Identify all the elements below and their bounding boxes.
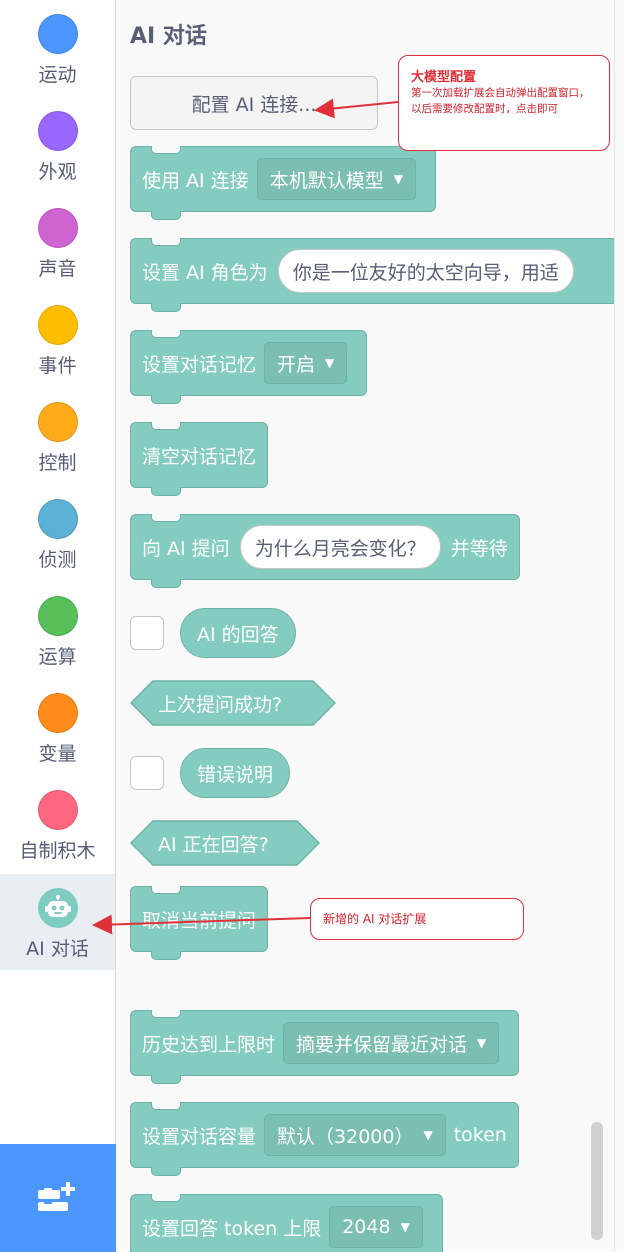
- caret-down-icon: ▼: [325, 356, 335, 370]
- category-variables[interactable]: 变量: [0, 679, 115, 775]
- reporter-label: AI 的回答: [197, 623, 279, 646]
- dropdown-value: 开启: [277, 353, 316, 376]
- callout-title: 大模型配置: [411, 70, 477, 85]
- answer-monitor-checkbox[interactable]: [130, 616, 164, 650]
- category-label: 运动: [38, 64, 77, 86]
- cancel-ask-block[interactable]: 取消当前提问: [130, 886, 269, 960]
- history-limit-block[interactable]: 历史达到上限时 摘要并保留最近对话 ▼: [130, 1010, 520, 1084]
- model-config-callout: 大模型配置 第一次加载扩展会自动弹出配置窗口，以后需要修改配置时，点击即可: [398, 55, 610, 151]
- new-extension-callout: 新增的 AI 对话扩展: [310, 898, 524, 940]
- my-blocks-color-dot: [37, 790, 78, 830]
- memory-dropdown[interactable]: 开启 ▼: [264, 342, 348, 384]
- category-label: 控制: [38, 452, 77, 474]
- block-suffix: token: [453, 1124, 507, 1146]
- boolean-label: AI 正在回答?: [158, 833, 269, 856]
- caret-down-icon: ▼: [393, 172, 403, 186]
- motion-color-dot: [37, 14, 78, 54]
- category-sensing[interactable]: 侦测: [0, 485, 115, 581]
- category-control[interactable]: 控制: [0, 388, 115, 484]
- category-label: 外观: [38, 161, 77, 183]
- set-capacity-block[interactable]: 设置对话容量 默认（32000） ▼ token: [130, 1102, 519, 1176]
- add-extension-icon: [38, 1182, 75, 1211]
- caret-down-icon: ▼: [477, 1036, 487, 1050]
- ai-answer-reporter[interactable]: AI 的回答: [180, 608, 296, 658]
- set-memory-block[interactable]: 设置对话记忆 开启 ▼: [130, 330, 368, 404]
- category-sidebar: 运动 外观 声音 事件 控制 侦测 运算 变量 自制积木 AI 对话: [0, 0, 116, 1252]
- block-label: 设置回答 token 上限: [142, 1217, 322, 1240]
- category-label: 自制积木: [19, 840, 96, 862]
- category-label: 侦测: [38, 549, 77, 571]
- category-label: AI 对话: [26, 938, 89, 960]
- caret-down-icon: ▼: [423, 1128, 433, 1142]
- category-events[interactable]: 事件: [0, 291, 115, 387]
- capacity-dropdown[interactable]: 默认（32000） ▼: [264, 1114, 446, 1156]
- configure-ai-connection-button[interactable]: 配置 AI 连接...: [130, 76, 378, 130]
- block-label: 向 AI 提问: [142, 537, 230, 560]
- block-suffix: 并等待: [450, 537, 508, 560]
- ai-answering-boolean[interactable]: AI 正在回答?: [130, 820, 320, 866]
- robot-icon: [37, 888, 78, 928]
- connection-dropdown[interactable]: 本机默认模型 ▼: [256, 158, 416, 200]
- block-label: 历史达到上限时: [142, 1033, 276, 1056]
- add-extension-button[interactable]: [0, 1144, 116, 1252]
- variables-color-dot: [37, 693, 78, 733]
- category-label: 变量: [38, 743, 77, 765]
- caret-down-icon: ▼: [400, 1220, 410, 1234]
- dropdown-value: 2048: [342, 1216, 391, 1238]
- ask-ai-block[interactable]: 向 AI 提问 为什么月亮会变化？ 并等待: [130, 514, 520, 588]
- dropdown-value: 默认（32000）: [277, 1125, 414, 1148]
- block-palette: AI 对话 配置 AI 连接... 使用 AI 连接 本机默认模型 ▼ 设置 A…: [116, 0, 614, 1252]
- category-operators[interactable]: 运算: [0, 582, 115, 678]
- category-motion[interactable]: 运动: [0, 0, 115, 96]
- error-monitor-checkbox[interactable]: [130, 756, 164, 790]
- set-ai-role-block[interactable]: 设置 AI 角色为 你是一位友好的太空向导，用适: [130, 238, 614, 312]
- palette-title: AI 对话: [130, 24, 207, 49]
- block-label: 设置对话容量: [142, 1125, 257, 1148]
- palette-scrollbar-track: [614, 0, 624, 1252]
- callout-title: 新增的 AI 对话扩展: [323, 912, 427, 926]
- category-looks[interactable]: 外观: [0, 97, 115, 193]
- dropdown-value: 本机默认模型: [269, 169, 384, 192]
- role-text-input[interactable]: 你是一位友好的太空向导，用适: [277, 249, 574, 293]
- sensing-color-dot: [37, 499, 78, 539]
- category-my-blocks[interactable]: 自制积木: [0, 776, 115, 872]
- sound-color-dot: [37, 208, 78, 248]
- events-color-dot: [37, 305, 78, 345]
- palette-scrollbar-thumb[interactable]: [591, 1122, 603, 1240]
- error-message-reporter[interactable]: 错误说明: [180, 748, 291, 798]
- category-sound[interactable]: 声音: [0, 194, 115, 290]
- category-ai-chat[interactable]: AI 对话: [0, 874, 115, 970]
- use-ai-connection-block[interactable]: 使用 AI 连接 本机默认模型 ▼: [130, 146, 436, 220]
- callout-body: 第一次加载扩展会自动弹出配置窗口，以后需要修改配置时，点击即可: [411, 87, 590, 115]
- category-label: 运算: [38, 646, 77, 668]
- last-ask-success-boolean[interactable]: 上次提问成功?: [130, 680, 336, 726]
- clear-memory-block[interactable]: 清空对话记忆: [130, 422, 269, 496]
- block-label: 取消当前提问: [142, 909, 257, 932]
- operators-color-dot: [37, 596, 78, 636]
- token-limit-dropdown[interactable]: 2048 ▼: [329, 1206, 423, 1248]
- category-label: 事件: [38, 355, 77, 377]
- block-label: 设置 AI 角色为: [142, 261, 268, 284]
- question-text-input[interactable]: 为什么月亮会变化？: [239, 525, 441, 569]
- block-label: 使用 AI 连接: [142, 169, 249, 192]
- history-strategy-dropdown[interactable]: 摘要并保留最近对话 ▼: [283, 1022, 500, 1064]
- category-label: 声音: [38, 258, 77, 280]
- control-color-dot: [37, 402, 78, 442]
- block-label: 设置对话记忆: [142, 353, 257, 376]
- block-label: 清空对话记忆: [142, 445, 257, 468]
- dropdown-value: 摘要并保留最近对话: [296, 1033, 468, 1056]
- looks-color-dot: [37, 111, 78, 151]
- answer-token-limit-block[interactable]: 设置回答 token 上限 2048 ▼: [130, 1194, 443, 1252]
- boolean-label: 上次提问成功?: [158, 693, 283, 716]
- reporter-label: 错误说明: [197, 763, 274, 786]
